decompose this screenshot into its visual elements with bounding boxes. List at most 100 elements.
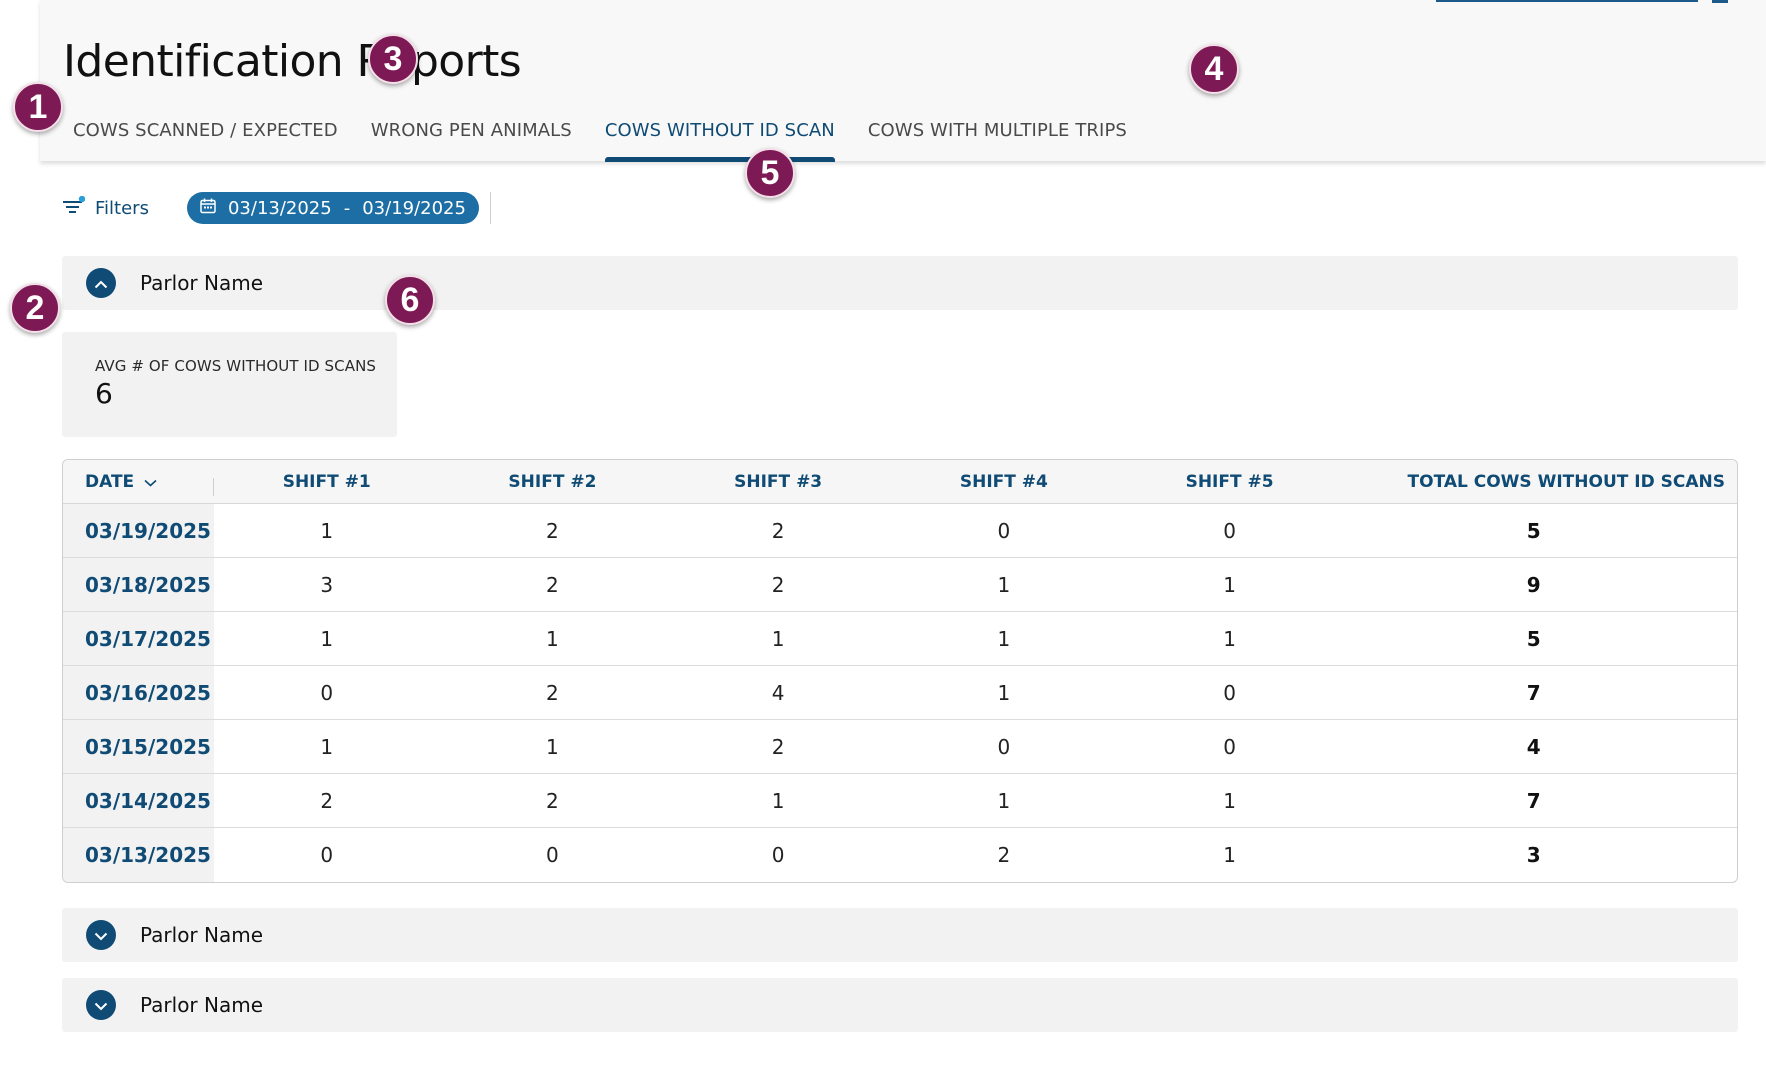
- cell-shift-5: 1: [1223, 626, 1236, 651]
- cell-total: 3: [1526, 843, 1541, 867]
- report-tabs: COWS SCANNED / EXPECTED WRONG PEN ANIMAL…: [63, 116, 1150, 162]
- cows-without-id-table: DATE SHIFT #1 SHIFT #2 SHIFT #3 SHIFT #4…: [62, 459, 1738, 883]
- parlor-section-header-3[interactable]: Parlor Name: [62, 978, 1738, 1032]
- parlor-section-header-2[interactable]: Parlor Name: [62, 908, 1738, 962]
- cell-shift-2: 1: [546, 626, 559, 651]
- expand-toggle[interactable]: [86, 990, 116, 1020]
- cell-total: 5: [1526, 518, 1541, 543]
- cell-shift-3: 2: [771, 734, 785, 759]
- cell-shift-3: 2: [771, 572, 785, 597]
- cell-shift-4: 0: [997, 518, 1011, 543]
- cell-total: 7: [1526, 788, 1541, 813]
- column-header-shift-4[interactable]: SHIFT #4: [891, 472, 1117, 492]
- filters-label: Filters: [95, 197, 149, 219]
- cell-shift-1: 0: [320, 843, 334, 867]
- chevron-up-icon: [94, 274, 108, 293]
- cell-shift-5: 1: [1223, 843, 1236, 867]
- column-header-shift-2[interactable]: SHIFT #2: [440, 472, 666, 492]
- date-start: 03/13/2025: [227, 197, 332, 219]
- table-body: 03/19/2025 1 2 2 0 0 5 03/18/2025 3 2 2 …: [63, 504, 1737, 882]
- row-date-link[interactable]: 03/16/2025: [63, 666, 214, 719]
- filters-button[interactable]: Filters: [63, 195, 149, 221]
- annotation-badge-6: 6: [385, 275, 435, 325]
- cell-shift-2: 2: [546, 788, 559, 813]
- row-date-link[interactable]: 03/13/2025: [63, 828, 214, 882]
- column-header-date[interactable]: DATE: [63, 471, 214, 496]
- filter-bar-divider: [489, 192, 491, 224]
- filter-lines-icon: [63, 195, 95, 221]
- stat-value: 6: [95, 377, 113, 410]
- cell-shift-3: 2: [771, 518, 785, 543]
- expand-toggle[interactable]: [86, 920, 116, 950]
- cell-shift-5: 0: [1223, 518, 1236, 543]
- page-title: Identification Reports: [63, 36, 522, 87]
- cell-shift-1: 1: [320, 518, 334, 543]
- cell-shift-3: 0: [771, 843, 785, 867]
- sort-chevron-down-icon[interactable]: [144, 472, 157, 492]
- chevron-down-icon: [94, 926, 108, 945]
- chevron-down-icon: [94, 996, 108, 1015]
- row-date-link[interactable]: 03/14/2025: [63, 774, 214, 827]
- annotation-badge-2: 2: [10, 283, 60, 333]
- cell-shift-1: 1: [320, 734, 334, 759]
- row-date-link[interactable]: 03/18/2025: [63, 558, 214, 611]
- row-date-link[interactable]: 03/15/2025: [63, 720, 214, 773]
- cell-shift-4: 2: [997, 843, 1011, 867]
- column-header-shift-1[interactable]: SHIFT #1: [214, 472, 440, 492]
- avg-stat-card: AVG # OF COWS WITHOUT ID SCANS 6: [62, 332, 397, 437]
- column-header-total[interactable]: TOTAL COWS WITHOUT ID SCANS: [1342, 472, 1737, 492]
- cell-shift-3: 4: [771, 680, 785, 705]
- cell-shift-4: 1: [997, 572, 1011, 597]
- row-date-link[interactable]: 03/19/2025: [63, 504, 214, 557]
- cell-shift-2: 2: [546, 572, 559, 597]
- cell-total: 5: [1526, 626, 1541, 651]
- collapse-toggle[interactable]: [86, 268, 116, 298]
- cell-shift-1: 3: [320, 572, 334, 597]
- tab-wrong-pen-animals[interactable]: WRONG PEN ANIMALS: [361, 116, 582, 161]
- cell-total: 7: [1526, 680, 1541, 705]
- cell-shift-4: 1: [997, 788, 1011, 813]
- date-separator: -: [343, 197, 351, 219]
- parlor-section-header-1[interactable]: Parlor Name: [62, 256, 1738, 310]
- tab-cows-with-multiple-trips[interactable]: COWS WITH MULTIPLE TRIPS: [858, 116, 1137, 161]
- cell-shift-2: 0: [546, 843, 559, 867]
- table-row: 03/19/2025 1 2 2 0 0 5: [63, 504, 1737, 558]
- table-row: 03/18/2025 3 2 2 1 1 9: [63, 558, 1737, 612]
- table-row: 03/16/2025 0 2 4 1 0 7: [63, 666, 1737, 720]
- section-title: Parlor Name: [140, 993, 264, 1017]
- cell-shift-5: 1: [1223, 572, 1236, 597]
- column-header-label: DATE: [85, 471, 135, 492]
- tab-cows-scanned-expected[interactable]: COWS SCANNED / EXPECTED: [63, 116, 348, 161]
- row-date-link[interactable]: 03/17/2025: [63, 612, 214, 665]
- cell-shift-4: 1: [997, 680, 1011, 705]
- date-end: 03/19/2025: [362, 197, 466, 219]
- column-header-shift-5[interactable]: SHIFT #5: [1117, 472, 1343, 492]
- table-row: 03/15/2025 1 1 2 0 0 4: [63, 720, 1737, 774]
- cell-shift-2: 1: [546, 734, 559, 759]
- calendar-icon: [200, 198, 228, 219]
- cell-shift-2: 2: [546, 680, 559, 705]
- annotation-badge-4: 4: [1189, 44, 1239, 94]
- column-header-shift-3[interactable]: SHIFT #3: [665, 472, 891, 492]
- cell-shift-5: 1: [1223, 788, 1236, 813]
- cell-shift-1: 2: [320, 788, 334, 813]
- cell-shift-3: 1: [771, 626, 785, 651]
- cell-shift-2: 2: [546, 518, 559, 543]
- cell-total: 4: [1526, 734, 1541, 759]
- date-range-chip[interactable]: 03/13/2025 - 03/19/2025: [186, 192, 479, 224]
- stat-label: AVG # OF COWS WITHOUT ID SCANS: [95, 357, 377, 375]
- filter-bar: Filters 03/13/2025 - 03/19/2025: [63, 192, 491, 224]
- top-link-underline[interactable]: [1436, 0, 1698, 2]
- annotation-badge-3: 3: [368, 34, 418, 84]
- annotation-badge-5: 5: [745, 148, 795, 198]
- section-title: Parlor Name: [140, 923, 264, 947]
- cell-shift-4: 0: [997, 734, 1011, 759]
- top-corner-icon[interactable]: [1712, 0, 1728, 3]
- cell-shift-5: 0: [1223, 734, 1236, 759]
- cell-total: 9: [1526, 572, 1541, 597]
- cell-shift-4: 1: [997, 626, 1011, 651]
- annotation-badge-1: 1: [13, 82, 63, 132]
- section-title: Parlor Name: [140, 271, 264, 295]
- cell-shift-3: 1: [771, 788, 785, 813]
- tab-cows-without-id-scan[interactable]: COWS WITHOUT ID SCAN: [595, 116, 845, 162]
